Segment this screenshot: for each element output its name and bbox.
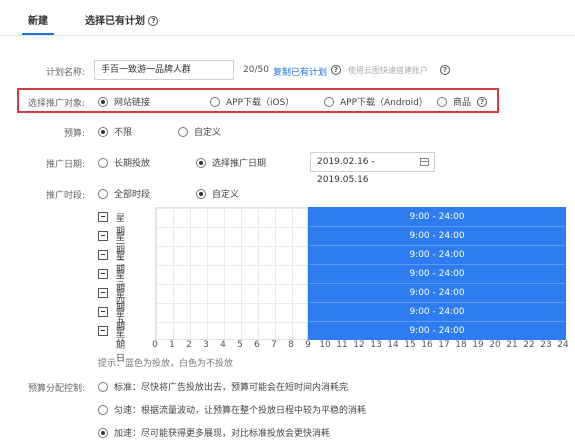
budget-alloc-label: 预算分配控制: <box>27 384 85 394</box>
radio-standard[interactable]: 标准：尽快将广告投放出去，预算可能会在短时间内消耗完 <box>98 380 348 393</box>
plan-name-counter: 20/50 <box>243 65 269 75</box>
date-range-value: 2019.02.16 - 2019.05.16 <box>317 157 375 185</box>
time-block-tue[interactable]: 9:00 - 24:00 <box>309 227 565 246</box>
hour-label: 9 <box>305 340 311 350</box>
date-range-picker[interactable]: 2019.02.16 - 2019.05.16 <box>310 152 435 185</box>
radio-select-date[interactable]: 选择推广日期 <box>196 156 266 169</box>
radio-circle <box>98 381 108 392</box>
hour-label: 7 <box>271 340 277 350</box>
hour-label: 12 <box>353 340 365 350</box>
radio-circle <box>210 96 220 107</box>
radio-circle <box>178 126 188 137</box>
help-icon[interactable]: ? <box>440 65 450 75</box>
hour-label: 8 <box>288 340 294 350</box>
day-checkbox[interactable] <box>98 269 108 279</box>
radio-custom-time[interactable]: 自定义 <box>196 187 239 200</box>
schedule-hint: 提示：蓝色为投放，白色为不投放 <box>98 359 234 369</box>
calendar-icon <box>420 158 429 166</box>
tab-bar: 新建 选择已有计划 ? <box>0 0 575 36</box>
hour-label: 11 <box>336 340 348 350</box>
promo-time-label: 推广时段: <box>45 191 85 201</box>
radio-website-link[interactable]: 网站链接 <box>98 95 150 108</box>
hour-label: 21 <box>506 340 518 350</box>
tab-select-existing-plan[interactable]: 选择已有计划 ? <box>85 12 159 27</box>
radio-circle <box>98 188 108 199</box>
radio-circle <box>324 96 334 107</box>
hour-label: 18 <box>455 340 467 350</box>
time-block-thu[interactable]: 9:00 - 24:00 <box>309 265 565 284</box>
hour-label: 10 <box>319 340 331 350</box>
hour-label: 4 <box>220 340 226 350</box>
radio-circle <box>437 96 447 107</box>
time-block-fri[interactable]: 9:00 - 24:00 <box>309 284 565 303</box>
day-checkbox[interactable] <box>98 307 108 317</box>
radio-budget-unlimited[interactable]: 不限 <box>98 125 132 138</box>
hour-label: 1 <box>169 340 175 350</box>
plan-name-label: 计划名称: <box>45 68 85 78</box>
radio-circle-selected <box>98 96 108 107</box>
hour-label: 0 <box>152 340 158 350</box>
promo-target-label: 选择推广对象: <box>27 99 85 109</box>
hour-label: 13 <box>370 340 382 350</box>
radio-even[interactable]: 匀速：根据流量波动，让预算在整个投放日程中较为平稳的消耗 <box>98 403 366 416</box>
time-block-mon[interactable]: 9:00 - 24:00 <box>309 208 565 227</box>
plan-name-input[interactable]: 手百一致游一品牌人群 <box>94 60 234 80</box>
radio-circle-selected <box>98 427 108 438</box>
hour-label: 6 <box>254 340 260 350</box>
radio-all-time[interactable]: 全部时段 <box>98 187 150 200</box>
day-checkbox[interactable] <box>98 326 108 336</box>
hour-label: 2 <box>186 340 192 350</box>
day-checkbox[interactable] <box>98 231 108 241</box>
cloud-tip-text: 使用云图快速搭建账户 <box>348 66 428 75</box>
radio-circle <box>98 404 108 415</box>
hour-label: 3 <box>203 340 209 350</box>
tab-label: 选择已有计划 <box>85 16 145 27</box>
time-block-sat[interactable]: 9:00 - 24:00 <box>309 303 565 322</box>
hour-label: 16 <box>421 340 433 350</box>
radio-budget-custom[interactable]: 自定义 <box>178 125 221 138</box>
radio-accelerated[interactable]: 加速：尽可能获得更多展现，对比标准投放会更快消耗 <box>98 426 330 439</box>
radio-app-ios[interactable]: APP下载（iOS） <box>210 95 294 108</box>
schedule-grid-on-hours[interactable]: 9:00 - 24:00 9:00 - 24:00 9:00 - 24:00 9… <box>308 207 566 340</box>
schedule-grid-off-hours[interactable] <box>155 207 308 340</box>
time-block-sun[interactable]: 9:00 - 24:00 <box>309 322 565 341</box>
hour-label: 24 <box>557 340 569 350</box>
promo-date-label: 推广日期: <box>45 160 85 170</box>
day-checkbox[interactable] <box>98 212 108 222</box>
radio-long-term[interactable]: 长期投放 <box>98 156 150 169</box>
hour-label: 15 <box>404 340 416 350</box>
budget-label: 预算: <box>63 129 85 139</box>
hour-label: 17 <box>438 340 450 350</box>
radio-circle-selected <box>98 126 108 137</box>
radio-circle-selected <box>196 188 206 199</box>
day-checkbox[interactable] <box>98 250 108 260</box>
hour-label: 23 <box>540 340 552 350</box>
help-icon[interactable]: ? <box>148 16 159 26</box>
hour-label: 14 <box>387 340 399 350</box>
copy-existing-plan-link[interactable]: 复制已有计划 <box>273 65 327 78</box>
hour-label: 5 <box>237 340 243 350</box>
radio-circle-selected <box>196 157 206 168</box>
tab-new[interactable]: 新建 <box>22 12 54 35</box>
hour-label: 19 <box>472 340 484 350</box>
radio-product[interactable]: 商品 ? <box>437 95 488 108</box>
radio-app-android[interactable]: APP下载（Android） <box>324 95 428 108</box>
hour-label: 22 <box>523 340 535 350</box>
help-icon[interactable]: ? <box>477 96 488 107</box>
day-checkbox[interactable] <box>98 288 108 298</box>
help-icon[interactable]: ? <box>331 65 341 75</box>
radio-circle <box>98 157 108 168</box>
time-block-wed[interactable]: 9:00 - 24:00 <box>309 246 565 265</box>
hour-label: 20 <box>489 340 501 350</box>
